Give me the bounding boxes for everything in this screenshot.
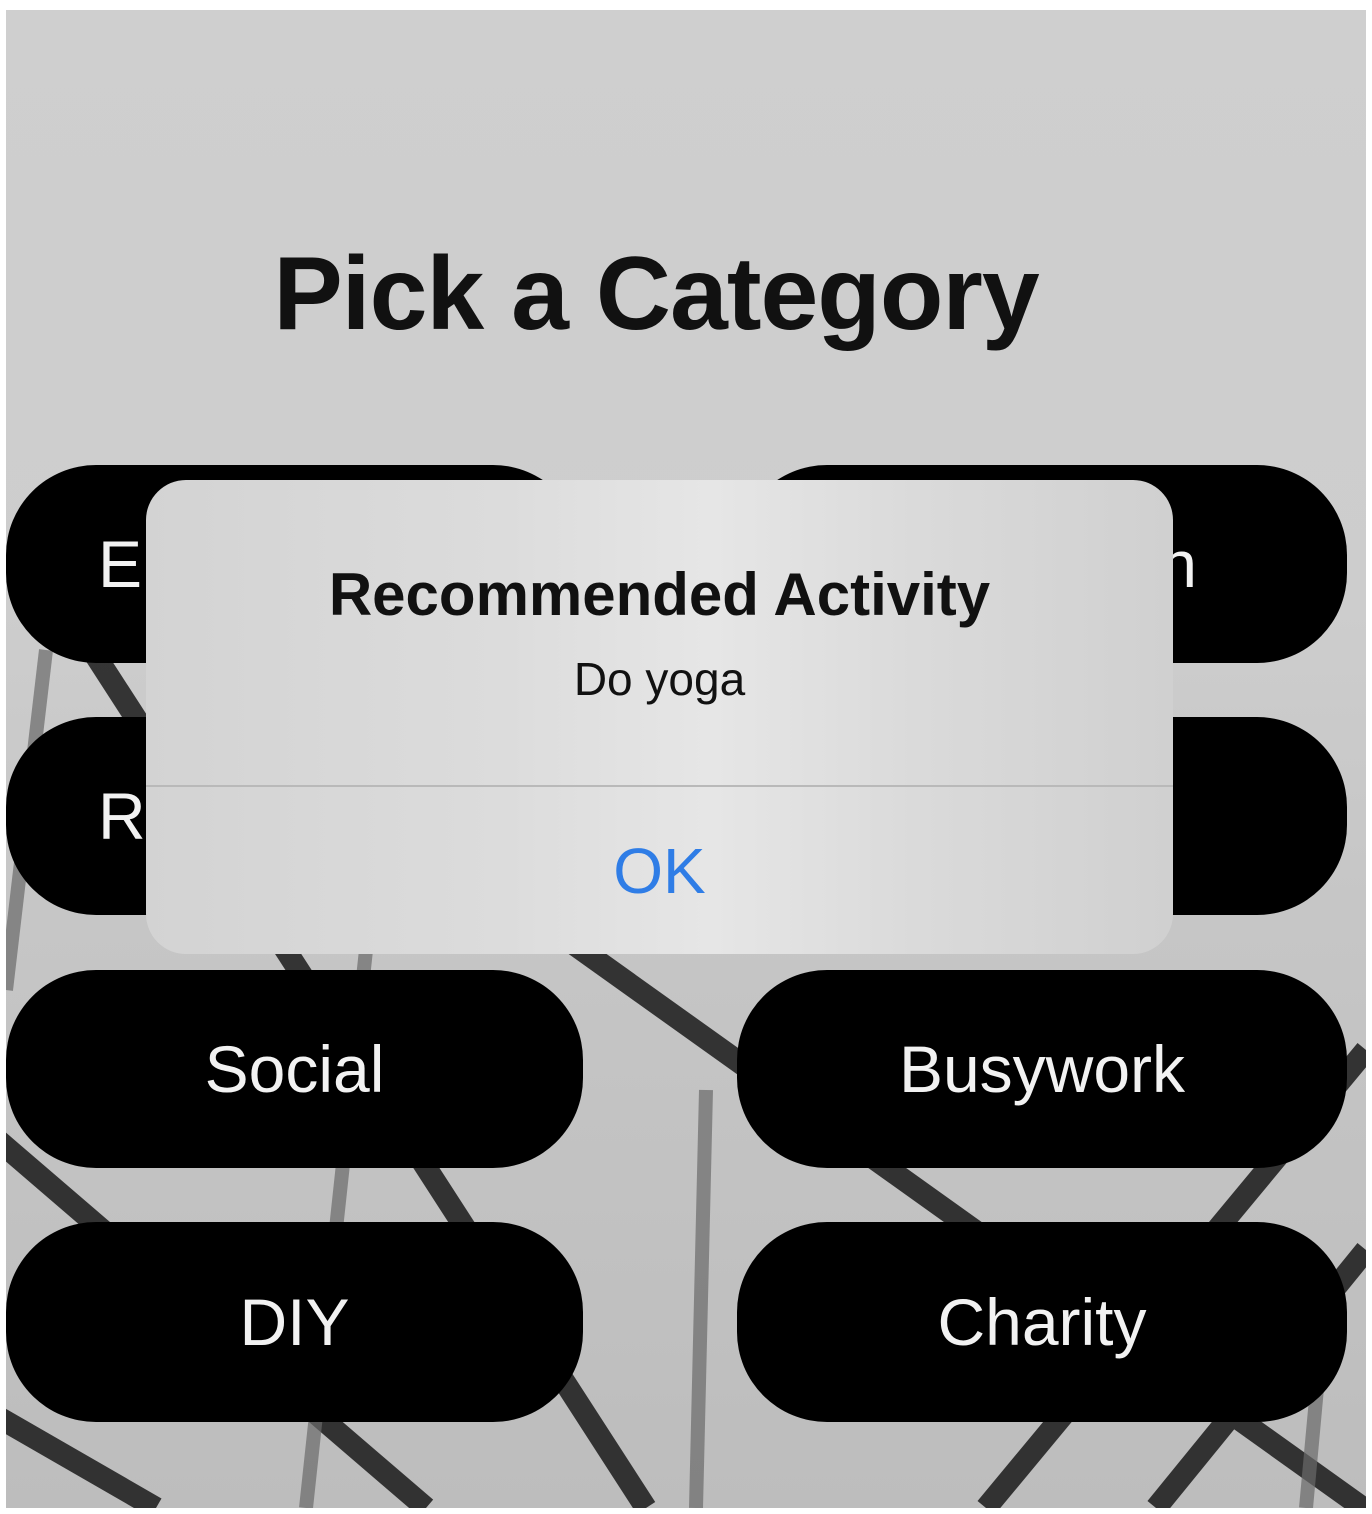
alert-ok-button[interactable]: OK — [146, 787, 1173, 954]
recommended-activity-alert: Recommended Activity Do yoga OK — [146, 480, 1173, 954]
alert-title: Recommended Activity — [328, 561, 991, 628]
category-label: Busywork — [898, 1032, 1186, 1106]
category-button-charity[interactable]: Charity — [737, 1222, 1347, 1422]
page-title: Pick a Category — [273, 236, 1039, 352]
category-label: R — [98, 779, 146, 853]
category-button-busywork[interactable]: Busywork — [737, 970, 1347, 1168]
category-label: E — [98, 527, 143, 601]
app-screen: Pick a Category E n R Social Busywork DI… — [6, 10, 1366, 1508]
category-button-social[interactable]: Social — [6, 970, 583, 1168]
alert-message: Do yoga — [573, 653, 746, 705]
category-label: Social — [204, 1032, 385, 1106]
category-button-diy[interactable]: DIY — [6, 1222, 583, 1422]
category-label: Charity — [937, 1285, 1147, 1359]
category-label: DIY — [239, 1285, 350, 1359]
